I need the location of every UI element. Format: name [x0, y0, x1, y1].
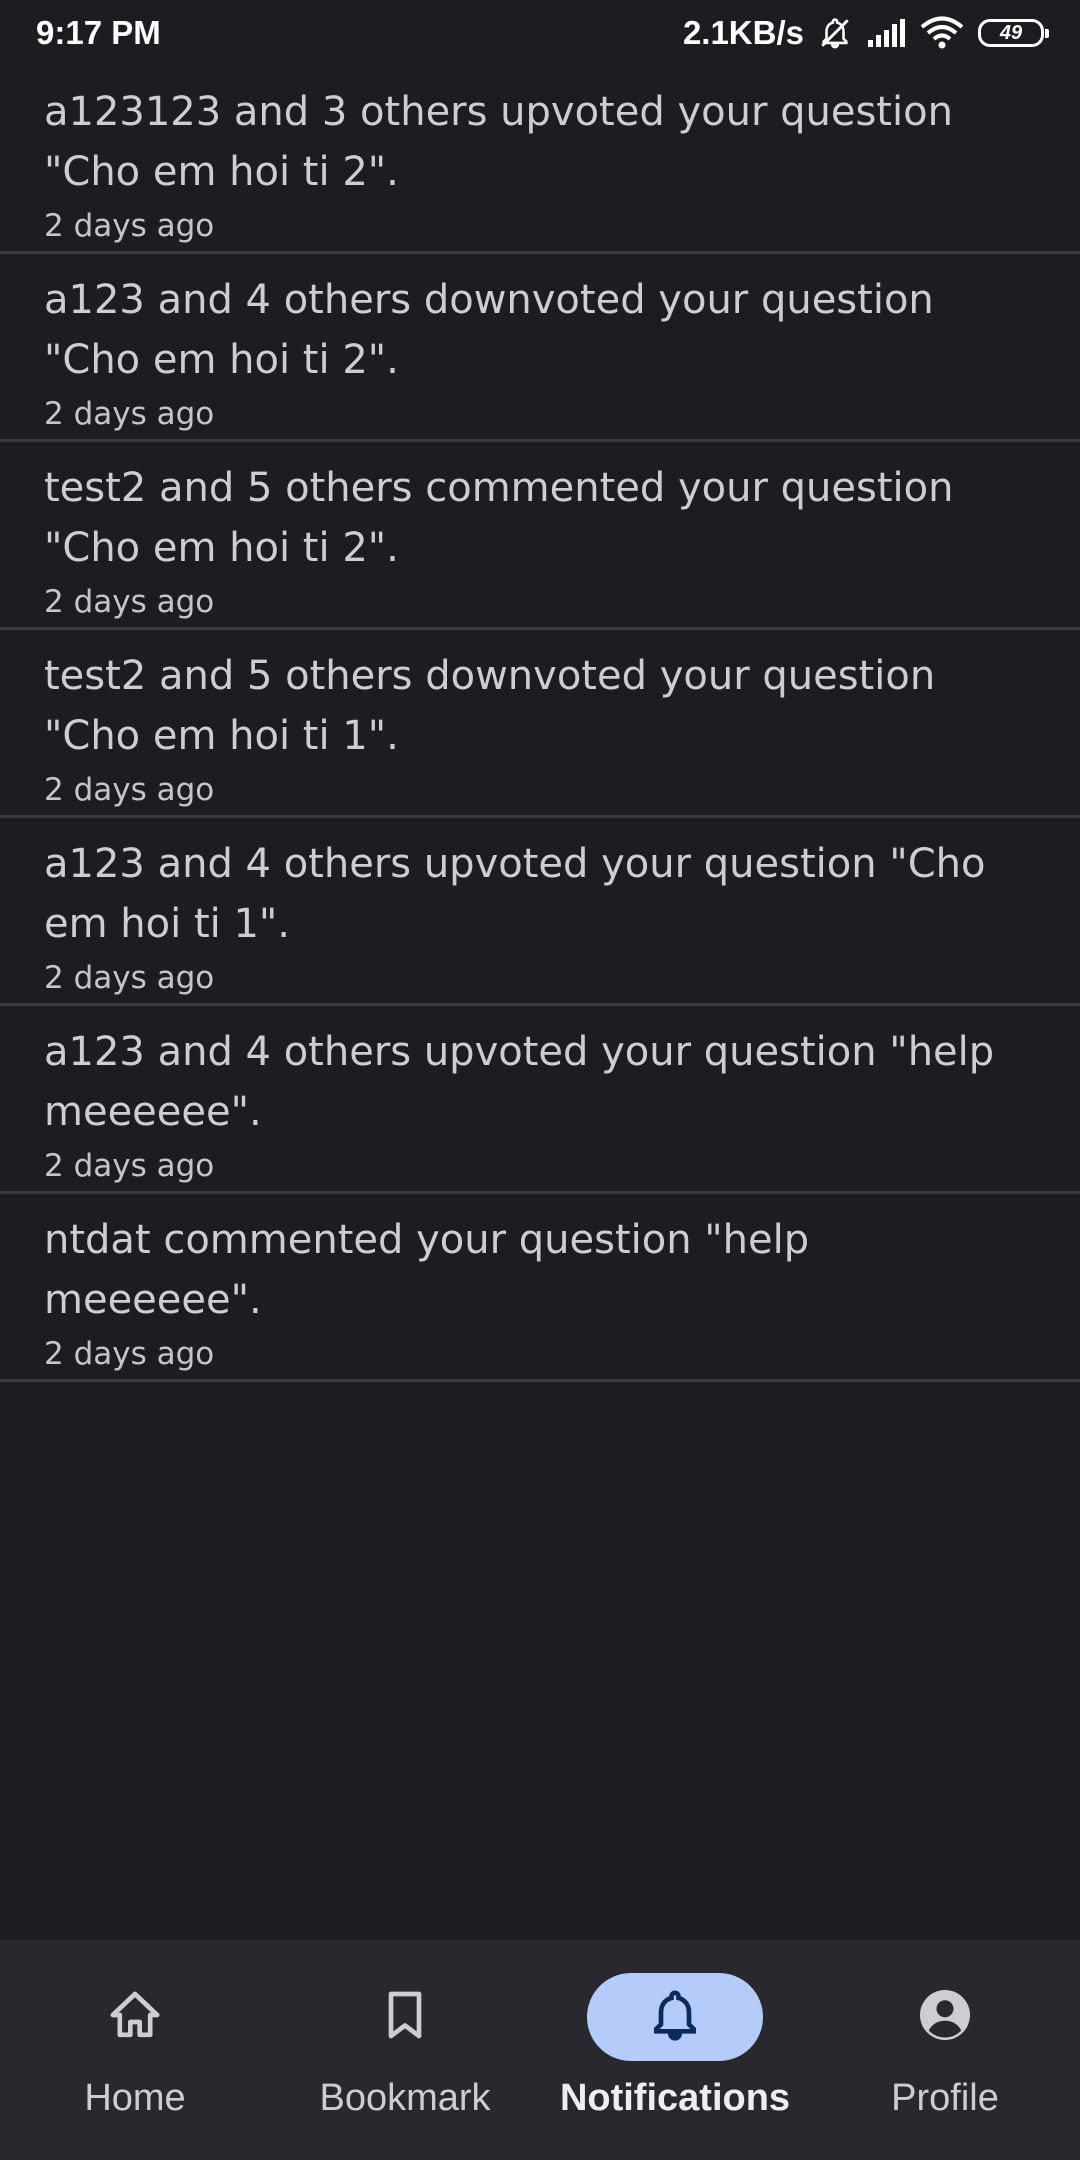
notification-time: 2 days ago: [44, 208, 215, 244]
notification-item[interactable]: test2 and 5 others downvoted your questi…: [0, 630, 1080, 818]
notification-time: 2 days ago: [44, 772, 215, 808]
notifications-screen: 9:17 PM 2.1KB/s 49 a123123 and 3 others …: [0, 0, 1080, 2160]
network-speed: 2.1KB/s: [682, 14, 804, 51]
status-icons: 2.1KB/s 49: [682, 14, 1049, 52]
nav-icon-container: [857, 1973, 1033, 2061]
status-time: 9:17 PM: [36, 14, 161, 51]
notification-text: a123 and 4 others upvoted your question …: [44, 1029, 995, 1135]
bottom-navigation: Home Bookmark Notifications Profile: [0, 1940, 1080, 2160]
bookmark-icon: [377, 1987, 433, 2047]
notification-text: a123123 and 3 others upvoted your questi…: [44, 89, 953, 195]
notification-time: 2 days ago: [44, 960, 215, 996]
notification-text: a123 and 4 others upvoted your question …: [44, 841, 986, 947]
notification-text: ntdat commented your question "help meee…: [44, 1217, 810, 1323]
notification-time: 2 days ago: [44, 1336, 215, 1372]
signal-icon: [866, 18, 906, 48]
notification-time: 2 days ago: [44, 584, 215, 620]
nav-item-home[interactable]: Home: [0, 1940, 270, 2160]
nav-item-bookmark[interactable]: Bookmark: [270, 1940, 540, 2160]
nav-item-notifications[interactable]: Notifications: [540, 1940, 810, 2160]
notification-text: test2 and 5 others commented your questi…: [44, 465, 954, 571]
nav-icon-container: [47, 1973, 223, 2061]
battery-icon: 49: [978, 19, 1049, 47]
notification-list: a123123 and 3 others upvoted your questi…: [0, 66, 1080, 1382]
nav-label-notifications: Notifications: [559, 2077, 791, 2119]
notification-item[interactable]: a123123 and 3 others upvoted your questi…: [0, 66, 1080, 254]
bell-icon: [647, 1987, 703, 2047]
notification-item[interactable]: test2 and 5 others commented your questi…: [0, 442, 1080, 630]
notification-time: 2 days ago: [44, 1148, 215, 1184]
home-icon: [107, 1987, 163, 2047]
notification-item[interactable]: a123 and 4 others upvoted your question …: [0, 1006, 1080, 1194]
notification-item[interactable]: a123 and 4 others upvoted your question …: [0, 818, 1080, 1006]
nav-label-profile: Profile: [891, 2077, 999, 2119]
notification-item[interactable]: a123 and 4 others downvoted your questio…: [0, 254, 1080, 442]
status-bar: 9:17 PM 2.1KB/s 49: [0, 0, 1080, 66]
nav-item-profile[interactable]: Profile: [810, 1940, 1080, 2160]
nav-icon-container: [317, 1973, 493, 2061]
bell-muted-icon: [818, 16, 852, 50]
nav-icon-active-pill: [587, 1973, 763, 2061]
account-circle-icon: [915, 1985, 975, 2049]
battery-level: 49: [999, 21, 1023, 44]
nav-label-home: Home: [84, 2077, 186, 2119]
notification-item[interactable]: ntdat commented your question "help meee…: [0, 1194, 1080, 1382]
notification-text: a123 and 4 others downvoted your questio…: [44, 277, 934, 383]
wifi-icon: [920, 16, 964, 50]
notification-time: 2 days ago: [44, 396, 215, 432]
notification-text: test2 and 5 others downvoted your questi…: [44, 653, 936, 759]
nav-label-bookmark: Bookmark: [319, 2077, 491, 2119]
